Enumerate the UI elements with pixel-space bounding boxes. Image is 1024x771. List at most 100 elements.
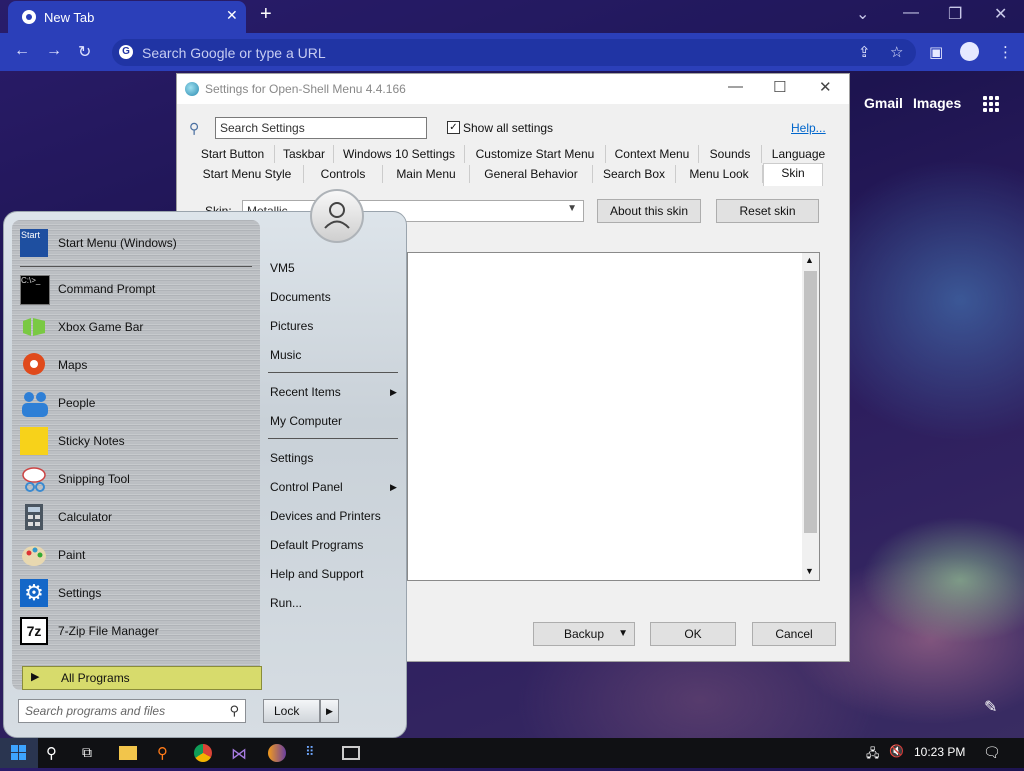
- program-calculator[interactable]: Calculator: [18, 500, 254, 534]
- minimize-icon[interactable]: —: [903, 4, 919, 22]
- tab-windows10-settings[interactable]: Windows 10 Settings: [334, 145, 465, 163]
- all-programs-label: All Programs: [61, 671, 130, 685]
- menu-item-settings[interactable]: Settings: [270, 451, 313, 465]
- network-tool-icon[interactable]: ⠿: [305, 744, 323, 762]
- google-icon: G: [119, 45, 133, 59]
- program-xbox-game-bar[interactable]: Xbox Game Bar: [18, 310, 254, 344]
- tab-close-icon[interactable]: ✕: [226, 7, 238, 24]
- menu-item-run[interactable]: Run...: [270, 596, 302, 610]
- search-app-icon[interactable]: ⚲: [157, 744, 175, 762]
- tab-search-box[interactable]: Search Box: [593, 165, 676, 183]
- scroll-up-icon[interactable]: ▲: [805, 255, 814, 265]
- file-explorer-icon[interactable]: [119, 746, 137, 760]
- program-start-menu-windows[interactable]: Start Start Menu (Windows): [18, 226, 254, 260]
- chrome-taskbar-icon[interactable]: [194, 744, 212, 762]
- tab-customize-start-menu[interactable]: Customize Start Menu: [465, 145, 606, 163]
- taskbar-search-icon[interactable]: ⚲: [46, 744, 64, 762]
- program-people[interactable]: People: [18, 386, 254, 420]
- menu-item-control-panel[interactable]: Control Panel: [270, 480, 343, 494]
- share-icon[interactable]: ⇪: [858, 43, 871, 61]
- tab-general-behavior[interactable]: General Behavior: [470, 165, 593, 183]
- menu-item-my-computer[interactable]: My Computer: [270, 414, 342, 428]
- program-7zip-file-manager[interactable]: 7z 7-Zip File Manager: [18, 614, 254, 648]
- notifications-icon[interactable]: 🗨: [983, 744, 1001, 762]
- user-icon: [324, 202, 350, 229]
- program-label: People: [58, 396, 96, 410]
- tab-start-button[interactable]: Start Button: [191, 145, 275, 163]
- show-all-label: Show all settings: [463, 121, 554, 135]
- all-programs-button[interactable]: ▶ All Programs: [22, 666, 262, 690]
- volume-muted-icon[interactable]: 🔇: [889, 744, 907, 762]
- bookmark-star-icon[interactable]: ☆: [890, 43, 903, 61]
- show-all-checkbox[interactable]: ✓: [447, 121, 460, 134]
- about-skin-button[interactable]: About this skin: [597, 199, 701, 223]
- settings-maximize-icon[interactable]: ☐: [773, 78, 786, 96]
- scrollbar[interactable]: ▲ ▼: [802, 253, 819, 580]
- ok-button[interactable]: OK: [650, 622, 736, 646]
- tab-sounds[interactable]: Sounds: [699, 145, 762, 163]
- tab-skin[interactable]: Skin: [763, 163, 823, 186]
- tab-search-chevron-icon[interactable]: ⌄: [856, 4, 869, 24]
- new-tab-button[interactable]: +: [260, 3, 272, 26]
- user-avatar[interactable]: [310, 189, 364, 243]
- remote-desktop-icon[interactable]: [342, 746, 360, 760]
- start-button[interactable]: [0, 738, 38, 768]
- settings-close-icon[interactable]: ✕: [819, 78, 832, 96]
- google-apps-icon[interactable]: [982, 95, 1000, 113]
- cancel-button[interactable]: Cancel: [752, 622, 836, 646]
- back-icon[interactable]: ←: [14, 42, 30, 60]
- scroll-thumb[interactable]: [804, 271, 817, 533]
- menu-item-devices-printers[interactable]: Devices and Printers: [270, 509, 381, 523]
- tab-main-menu[interactable]: Main Menu: [383, 165, 470, 183]
- tab-start-menu-style[interactable]: Start Menu Style: [191, 165, 304, 183]
- program-settings[interactable]: ⚙ Settings: [18, 576, 254, 610]
- tab-language[interactable]: Language: [762, 145, 835, 163]
- program-maps[interactable]: Maps: [18, 348, 254, 382]
- forward-icon[interactable]: →: [46, 42, 62, 60]
- browser-app-icon[interactable]: [268, 744, 286, 762]
- clock[interactable]: 10:23 PM: [914, 745, 965, 759]
- menu-item-pictures[interactable]: Pictures: [270, 319, 313, 333]
- browser-tab[interactable]: New Tab ✕: [8, 1, 246, 33]
- maps-icon: [20, 351, 48, 379]
- settings-titlebar[interactable]: Settings for Open-Shell Menu 4.4.166 — ☐…: [177, 74, 849, 104]
- reload-icon[interactable]: ↻: [78, 42, 91, 62]
- more-menu-icon[interactable]: ⋮: [998, 43, 1013, 61]
- paint-icon: [20, 541, 48, 569]
- menu-item-music[interactable]: Music: [270, 348, 301, 362]
- menu-item-vm5[interactable]: VM5: [270, 261, 295, 275]
- tab-menu-look[interactable]: Menu Look: [676, 165, 763, 183]
- program-command-prompt[interactable]: C:\>_ Command Prompt: [18, 272, 254, 306]
- program-snipping-tool[interactable]: Snipping Tool: [18, 462, 254, 496]
- lock-options-arrow-icon[interactable]: ▶: [320, 699, 339, 723]
- restore-icon[interactable]: ❐: [948, 4, 962, 24]
- pencil-edit-icon[interactable]: ✎: [984, 697, 997, 717]
- menu-item-default-programs[interactable]: Default Programs: [270, 538, 363, 552]
- profile-avatar-icon[interactable]: [960, 42, 979, 61]
- program-paint[interactable]: Paint: [18, 538, 254, 572]
- reset-skin-button[interactable]: Reset skin: [716, 199, 819, 223]
- settings-search-input[interactable]: Search Settings: [215, 117, 427, 139]
- menu-item-documents[interactable]: Documents: [270, 290, 331, 304]
- network-tray-icon[interactable]: 🖧: [866, 744, 884, 762]
- visual-studio-icon[interactable]: ⋈: [231, 744, 249, 763]
- side-panel-icon[interactable]: ▣: [929, 43, 943, 61]
- tab-context-menu[interactable]: Context Menu: [606, 145, 699, 163]
- close-window-icon[interactable]: ✕: [994, 4, 1007, 24]
- program-sticky-notes[interactable]: Sticky Notes: [18, 424, 254, 458]
- scroll-down-icon[interactable]: ▼: [805, 566, 814, 576]
- tab-controls[interactable]: Controls: [304, 165, 383, 183]
- lock-button[interactable]: Lock: [263, 699, 320, 723]
- tab-row-1: Start Button Taskbar Windows 10 Settings…: [191, 145, 835, 164]
- gmail-link[interactable]: Gmail: [864, 95, 903, 111]
- 7zip-icon: 7z: [20, 617, 48, 645]
- settings-minimize-icon[interactable]: —: [728, 78, 743, 95]
- task-view-icon[interactable]: ⧉: [82, 744, 100, 762]
- tab-taskbar[interactable]: Taskbar: [275, 145, 334, 163]
- help-link[interactable]: Help...: [791, 121, 826, 135]
- menu-item-help-support[interactable]: Help and Support: [270, 567, 363, 581]
- images-link[interactable]: Images: [913, 95, 961, 111]
- programs-search-input[interactable]: Search programs and files ⚲: [18, 699, 246, 723]
- menu-item-recent-items[interactable]: Recent Items: [270, 385, 341, 399]
- backup-button[interactable]: Backup ▼: [533, 622, 635, 646]
